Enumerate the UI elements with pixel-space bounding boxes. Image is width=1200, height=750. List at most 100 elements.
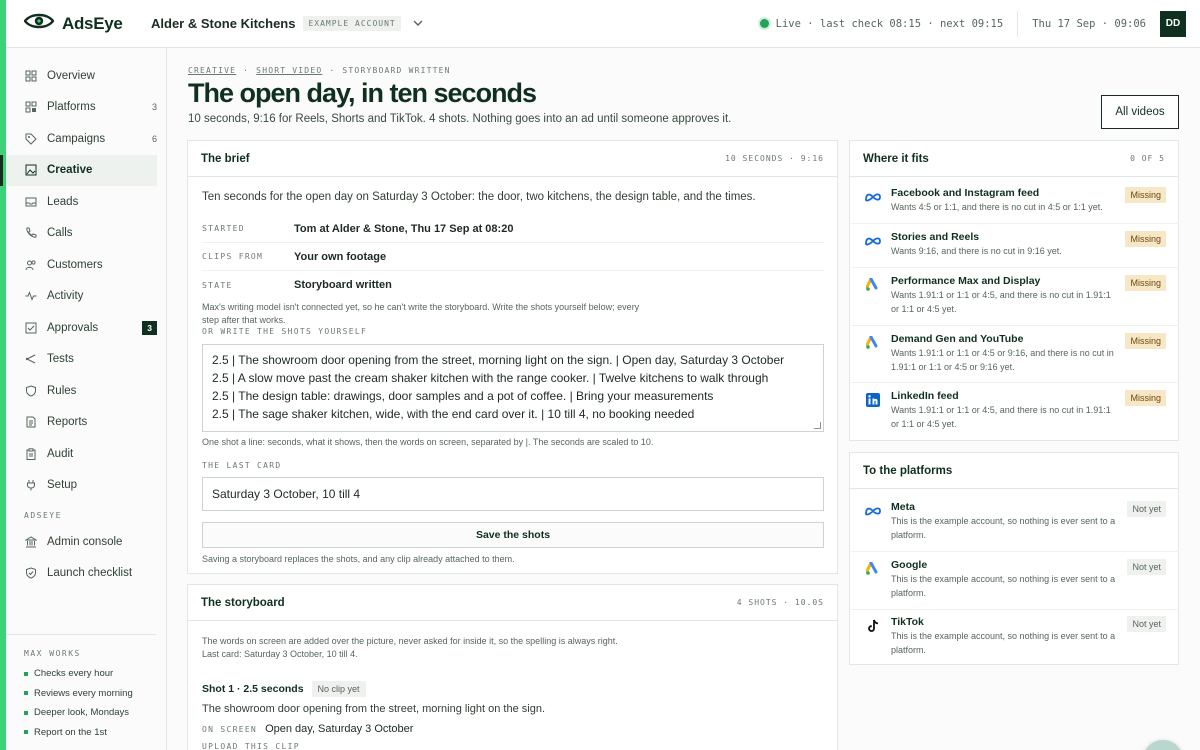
max-works-text: Reviews every morning	[34, 687, 133, 699]
shots-textarea[interactable]: 2.5 | The showroom door opening from the…	[202, 344, 824, 432]
tag-icon	[24, 132, 37, 145]
all-videos-button[interactable]: All videos	[1101, 95, 1179, 129]
platform-row[interactable]: TikTok This is the example account, so no…	[864, 616, 1166, 657]
field-label: STARTED	[202, 224, 245, 233]
main-content: CREATIVE · SHORT VIDEO · STORYBOARD WRIT…	[167, 48, 1200, 750]
sidebar-item-creative[interactable]: Creative	[0, 154, 157, 186]
placement-row[interactable]: Stories and Reels Wants 9:16, and there i…	[864, 231, 1166, 259]
bullet-icon	[24, 710, 28, 715]
inbox-icon	[24, 195, 37, 208]
bullet-icon	[24, 691, 28, 696]
sidebar-item-rules[interactable]: Rules	[6, 375, 157, 407]
sidebar-item-campaigns[interactable]: Campaigns 6	[6, 123, 157, 155]
last-card-label: THE LAST CARD	[202, 461, 282, 470]
placement-name: LinkedIn feed	[891, 390, 959, 402]
platform-row[interactable]: Meta This is the example account, so noth…	[864, 501, 1166, 542]
sidebar-item-label: Creative	[47, 164, 93, 177]
brand[interactable]: AdsEye	[6, 12, 166, 35]
account-switcher[interactable]: Alder & Stone Kitchens EXAMPLE ACCOUNT	[151, 16, 423, 31]
brief-meta: 10 SECONDS · 9:16	[725, 154, 824, 163]
placement-desc: Wants 1.91:1 or 1:1 or 4:5, and there is…	[891, 405, 1111, 429]
placement-desc: Wants 4:5 or 1:1, and there is no cut in…	[891, 202, 1103, 212]
sidebar-item-setup[interactable]: Setup	[6, 470, 157, 502]
page-title: The open day, in ten seconds	[188, 78, 537, 108]
write-shots-label: OR WRITE THE SHOTS YOURSELF	[202, 327, 368, 336]
shots-hint: One shot a line: seconds, what it shows,…	[202, 437, 654, 447]
placement-name: Facebook and Instagram feed	[891, 187, 1040, 199]
sidebar-item-audit[interactable]: Audit	[6, 438, 157, 470]
sidebar-item-platforms[interactable]: Platforms 3	[6, 92, 157, 124]
breadcrumb-creative[interactable]: CREATIVE	[188, 66, 236, 75]
on-screen-value: Open day, Saturday 3 October	[265, 723, 414, 735]
sidebar-item-label: Campaigns	[47, 132, 106, 145]
sidebar-section-title: ADSEYE	[24, 511, 62, 520]
shot-header: Shot 1 · 2.5 seconds No clip yet	[202, 681, 366, 697]
page-subtitle: 10 seconds, 9:16 for Reels, Shorts and T…	[188, 113, 732, 125]
storyboard-title: The storyboard	[201, 596, 285, 609]
sidebar-item-customers[interactable]: Customers	[6, 249, 157, 281]
placement-desc: Wants 9:16, and there is no cut in 9:16 …	[891, 246, 1062, 256]
divider	[851, 382, 1179, 383]
document-icon	[24, 416, 37, 429]
account-name: Alder & Stone Kitchens	[151, 16, 296, 31]
storyboard-note: The words on screen are added over the p…	[202, 636, 618, 659]
bullet-icon	[24, 730, 28, 735]
chevron-down-icon[interactable]	[413, 18, 423, 30]
sidebar-item-admin-console[interactable]: Admin console	[6, 526, 157, 558]
status-badge: Not yet	[1127, 501, 1166, 517]
linkedin-icon	[864, 391, 882, 409]
bank-icon	[24, 535, 37, 548]
upload-clip-label: UPLOAD THIS CLIP	[202, 742, 300, 750]
platform-row[interactable]: Google This is the example account, so no…	[864, 559, 1166, 600]
clip-status-badge: No clip yet	[311, 681, 366, 697]
sidebar-item-label: Launch checklist	[47, 567, 133, 580]
sidebar-item-calls[interactable]: Calls	[6, 218, 157, 250]
sidebar-item-reports[interactable]: Reports	[6, 407, 157, 439]
save-shots-button[interactable]: Save the shots	[202, 522, 824, 548]
placement-row[interactable]: Performance Max and Display Wants 1.91:1 …	[864, 275, 1166, 316]
top-bar: AdsEye Alder & Stone Kitchens EXAMPLE AC…	[6, 0, 1200, 48]
sidebar-item-approvals[interactable]: Approvals 3	[6, 312, 157, 344]
platform-desc: This is the example account, so nothing …	[891, 574, 1116, 598]
last-card-input[interactable]: Saturday 3 October, 10 till 4	[202, 477, 824, 511]
meta-icon	[864, 502, 882, 520]
user-avatar[interactable]: DD	[1160, 10, 1186, 37]
placement-row[interactable]: Demand Gen and YouTube Wants 1.91:1 or 1:…	[864, 333, 1166, 374]
placement-name: Stories and Reels	[891, 231, 980, 243]
field-label: CLIPS FROM	[202, 252, 264, 261]
people-icon	[24, 258, 37, 271]
plug-icon	[24, 479, 37, 492]
branch-icon	[24, 353, 37, 366]
divider	[851, 267, 1179, 268]
divider	[851, 325, 1179, 326]
image-icon	[24, 164, 37, 177]
divider	[851, 223, 1179, 224]
to-platforms-title: To the platforms	[863, 464, 953, 477]
status-badge: Missing	[1125, 275, 1166, 291]
max-works-heading: MAX WORKS	[24, 649, 81, 658]
resize-handle-icon[interactable]	[814, 422, 821, 429]
sidebar-item-activity[interactable]: Activity	[6, 281, 157, 313]
sidebar-item-overview[interactable]: Overview	[6, 60, 157, 92]
sidebar-item-label: Admin console	[47, 535, 123, 548]
sidebar-item-launch-checklist[interactable]: Launch checklist	[6, 558, 157, 590]
max-works-item: Checks every hour	[6, 664, 156, 684]
on-screen-label: ON SCREEN	[202, 724, 258, 734]
clipboard-icon	[24, 447, 37, 460]
sidebar-item-tests[interactable]: Tests	[6, 344, 157, 376]
brand-name: AdsEye	[62, 13, 123, 33]
brief-card: The brief 10 SECONDS · 9:16 Ten seconds …	[187, 140, 838, 574]
breadcrumb-short-video[interactable]: SHORT VIDEO	[256, 66, 322, 75]
breadcrumb-separator: ·	[243, 66, 250, 75]
placement-row[interactable]: LinkedIn feed Wants 1.91:1 or 1:1 or 4:5,…	[864, 390, 1166, 431]
status-badge: Missing	[1125, 187, 1166, 203]
placement-row[interactable]: Facebook and Instagram feed Wants 4:5 or …	[864, 187, 1166, 215]
platform-desc: This is the example account, so nothing …	[891, 516, 1116, 540]
sidebar-item-leads[interactable]: Leads	[6, 186, 157, 218]
assistant-avatar-icon[interactable]	[1143, 740, 1183, 750]
sidebar-item-label: Leads	[47, 195, 79, 208]
sidebar-item-label: Tests	[47, 353, 74, 366]
sidebar-item-label: Activity	[47, 290, 84, 303]
field-value: Tom at Alder & Stone, Thu 17 Sep at 08:2…	[294, 222, 514, 235]
fits-meta: 0 OF 5	[1130, 154, 1165, 163]
